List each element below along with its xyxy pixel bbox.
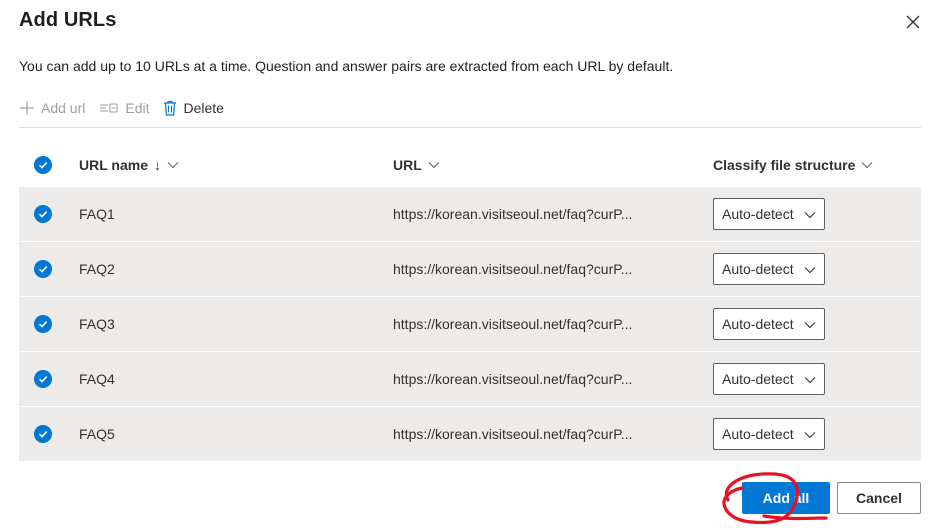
url-cell: https://korean.visitseoul.net/faq?curP..… <box>393 426 633 442</box>
classify-dropdown[interactable]: Auto-detect <box>713 418 825 450</box>
classify-cell: Auto-detect <box>713 418 921 450</box>
url-name-cell: FAQ4 <box>79 371 115 387</box>
classify-dropdown[interactable]: Auto-detect <box>713 363 825 395</box>
edit-label: Edit <box>125 99 150 116</box>
table-row[interactable]: FAQ2 https://korean.visitseoul.net/faq?c… <box>19 242 921 297</box>
classify-cell: Auto-detect <box>713 308 921 340</box>
table-row[interactable]: FAQ1 https://korean.visitseoul.net/faq?c… <box>19 187 921 242</box>
trash-icon <box>163 100 177 116</box>
row-checkbox-cell <box>19 205 79 223</box>
column-header-url-label: URL <box>393 156 422 173</box>
add-all-button[interactable]: Add all <box>742 482 830 514</box>
table-header: URL name ↓ URL Classify file structure <box>19 142 921 187</box>
url-name-cell: FAQ3 <box>79 316 115 332</box>
chevron-down-icon <box>428 161 440 169</box>
add-urls-dialog: Add URLs You can add up to 10 URLs at a … <box>0 0 936 530</box>
select-all-cell <box>19 155 79 174</box>
delete-button[interactable]: Delete <box>163 92 224 124</box>
url-name-cell: FAQ2 <box>79 261 115 277</box>
row-checkbox[interactable] <box>34 205 52 223</box>
add-url-label: Add url <box>41 99 86 116</box>
toolbar: Add url Edit Delete <box>19 88 921 128</box>
check-icon <box>38 316 48 332</box>
sort-descending-icon: ↓ <box>153 156 161 173</box>
classify-dropdown[interactable]: Auto-detect <box>713 308 825 340</box>
classify-dropdown-value: Auto-detect <box>722 206 794 222</box>
table-row[interactable]: FAQ4 https://korean.visitseoul.net/faq?c… <box>19 352 921 407</box>
chevron-down-icon <box>804 371 816 387</box>
classify-dropdown[interactable]: Auto-detect <box>713 253 825 285</box>
close-icon <box>906 15 920 34</box>
table-row[interactable]: FAQ5 https://korean.visitseoul.net/faq?c… <box>19 407 921 462</box>
url-cell: https://korean.visitseoul.net/faq?curP..… <box>393 316 633 332</box>
row-checkbox-cell <box>19 315 79 333</box>
classify-dropdown-value: Auto-detect <box>722 371 794 387</box>
add-url-button[interactable]: Add url <box>19 92 85 124</box>
classify-cell: Auto-detect <box>713 253 921 285</box>
chevron-down-icon <box>804 316 816 332</box>
classify-dropdown[interactable]: Auto-detect <box>713 198 825 230</box>
chevron-down-icon <box>167 161 179 169</box>
dialog-description: You can add up to 10 URLs at a time. Que… <box>19 58 674 74</box>
chevron-down-icon <box>804 261 816 277</box>
check-icon <box>38 426 48 442</box>
column-header-classify[interactable]: Classify file structure <box>713 157 921 173</box>
classify-cell: Auto-detect <box>713 198 921 230</box>
close-button[interactable] <box>901 12 925 36</box>
row-checkbox[interactable] <box>34 370 52 388</box>
row-checkbox-cell <box>19 425 79 443</box>
delete-label: Delete <box>183 99 224 116</box>
url-cell: https://korean.visitseoul.net/faq?curP..… <box>393 371 633 387</box>
edit-button[interactable]: Edit <box>99 92 149 124</box>
classify-dropdown-value: Auto-detect <box>722 261 794 277</box>
row-checkbox-cell <box>19 260 79 278</box>
chevron-down-icon <box>804 206 816 222</box>
plus-icon <box>19 100 35 116</box>
table-row[interactable]: FAQ3 https://korean.visitseoul.net/faq?c… <box>19 297 921 352</box>
check-icon <box>38 206 48 222</box>
row-checkbox[interactable] <box>34 260 52 278</box>
row-checkbox-cell <box>19 370 79 388</box>
classify-dropdown-value: Auto-detect <box>722 316 794 332</box>
url-table: URL name ↓ URL Classify file structure F… <box>19 142 921 462</box>
url-name-cell: FAQ1 <box>79 206 115 222</box>
url-cell: https://korean.visitseoul.net/faq?curP..… <box>393 261 633 277</box>
column-header-url-name-label: URL name <box>79 156 148 173</box>
cancel-button[interactable]: Cancel <box>837 482 921 514</box>
check-icon <box>38 157 48 173</box>
chevron-down-icon <box>861 161 873 169</box>
check-icon <box>38 371 48 387</box>
chevron-down-icon <box>804 426 816 442</box>
edit-icon <box>99 101 119 115</box>
column-header-url[interactable]: URL <box>393 157 713 173</box>
url-cell: https://korean.visitseoul.net/faq?curP..… <box>393 206 633 222</box>
dialog-title: Add URLs <box>19 9 117 31</box>
column-header-url-name[interactable]: URL name ↓ <box>79 157 393 173</box>
classify-dropdown-value: Auto-detect <box>722 426 794 442</box>
url-name-cell: FAQ5 <box>79 426 115 442</box>
check-icon <box>38 261 48 277</box>
select-all-checkbox[interactable] <box>34 155 52 174</box>
column-header-classify-label: Classify file structure <box>713 156 856 173</box>
row-checkbox[interactable] <box>34 315 52 333</box>
classify-cell: Auto-detect <box>713 363 921 395</box>
row-checkbox[interactable] <box>34 425 52 443</box>
